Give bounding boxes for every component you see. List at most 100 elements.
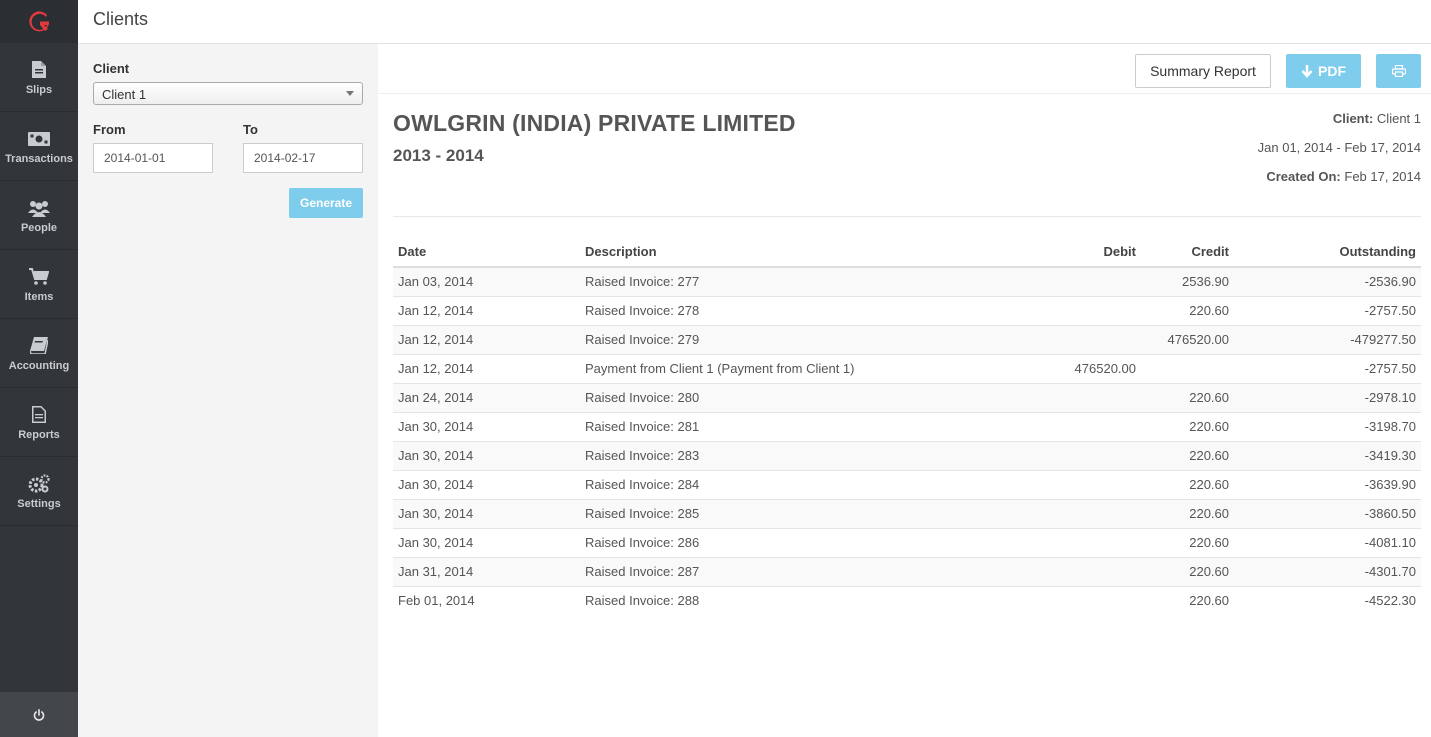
sidebar-item-label: Accounting (8, 359, 70, 372)
cell-outstanding: -4081.10 (1234, 527, 1421, 557)
report-icon (28, 404, 50, 426)
sidebar-item-transactions[interactable]: Transactions (0, 112, 78, 181)
cell-credit: 220.60 (1141, 498, 1234, 528)
cell-credit: 220.60 (1141, 382, 1234, 412)
sidebar-item-settings[interactable]: Settings (0, 457, 78, 526)
cell-credit (1141, 353, 1234, 383)
to-date-input[interactable] (243, 143, 363, 173)
cell-description: Raised Invoice: 286 (580, 527, 1025, 557)
cell-description: Payment from Client 1 (Payment from Clie… (580, 353, 1025, 383)
column-header-date: Date (393, 236, 580, 268)
client-select[interactable]: Client 1 (93, 82, 363, 105)
cell-description: Raised Invoice: 277 (580, 266, 1025, 296)
file-icon (28, 59, 50, 81)
sidebar-item-label: Reports (18, 428, 60, 441)
cell-outstanding: -2757.50 (1234, 295, 1421, 325)
cell-debit (1025, 527, 1141, 557)
table-row: Jan 30, 2014 Raised Invoice: 286 220.60 -40… (393, 527, 1421, 557)
cell-credit: 220.60 (1141, 440, 1234, 470)
cell-description: Raised Invoice: 284 (580, 469, 1025, 499)
cell-outstanding: -479277.50 (1234, 324, 1421, 354)
table-row: Jan 31, 2014 Raised Invoice: 287 220.60 -43… (393, 556, 1421, 586)
cell-description: Raised Invoice: 280 (580, 382, 1025, 412)
report-toolbar: Summary Report PDF (378, 44, 1431, 94)
cell-date: Jan 30, 2014 (393, 440, 580, 470)
cell-description: Raised Invoice: 288 (580, 585, 1025, 615)
cell-credit: 220.60 (1141, 585, 1234, 615)
report-client-value: Client 1 (1376, 111, 1421, 126)
cell-date: Jan 12, 2014 (393, 324, 580, 354)
book-icon (28, 335, 50, 357)
print-button[interactable] (1376, 54, 1421, 88)
cell-credit: 220.60 (1141, 469, 1234, 499)
cell-date: Jan 30, 2014 (393, 527, 580, 557)
gears-icon (28, 473, 50, 495)
logo-icon (29, 10, 49, 31)
cell-credit: 2536.90 (1141, 266, 1234, 296)
to-label: To (243, 122, 258, 137)
filter-panel: Client Client 1 From To Generate (78, 44, 378, 737)
sidebar-item-accounting[interactable]: Accounting (0, 319, 78, 388)
table-row: Jan 03, 2014 Raised Invoice: 277 2536.90 -2… (393, 266, 1421, 296)
app-logo[interactable] (0, 0, 78, 43)
cart-icon (28, 266, 50, 288)
cell-date: Jan 30, 2014 (393, 469, 580, 499)
table-row: Feb 01, 2014 Raised Invoice: 288 220.60 -45… (393, 585, 1421, 615)
cell-date: Jan 24, 2014 (393, 382, 580, 412)
logout-button[interactable] (0, 692, 78, 737)
cell-credit: 220.60 (1141, 295, 1234, 325)
sidebar-item-label: Settings (17, 497, 61, 510)
cell-credit: 476520.00 (1141, 324, 1234, 354)
cell-debit (1025, 411, 1141, 441)
sidebar-item-items[interactable]: Items (0, 250, 78, 319)
client-label: Client (93, 61, 130, 76)
pdf-label: PDF (1318, 63, 1346, 79)
cell-debit (1025, 498, 1141, 528)
cell-outstanding: -4301.70 (1234, 556, 1421, 586)
sidebar-item-reports[interactable]: Reports (0, 388, 78, 457)
pdf-download-button[interactable]: PDF (1286, 54, 1361, 88)
cell-outstanding: -2536.90 (1234, 266, 1421, 296)
table-row: Jan 12, 2014 Payment from Client 1 (Payme… (393, 353, 1421, 383)
money-icon (28, 128, 50, 150)
cell-date: Jan 30, 2014 (393, 498, 580, 528)
cell-outstanding: -3198.70 (1234, 411, 1421, 441)
report-client-label: Client: (1332, 111, 1374, 126)
from-date-input[interactable] (93, 143, 213, 173)
report-date-range: Jan 01, 2014 - Feb 17, 2014 (1257, 140, 1421, 155)
cell-date: Jan 12, 2014 (393, 353, 580, 383)
cell-description: Raised Invoice: 285 (580, 498, 1025, 528)
table-row: Jan 30, 2014 Raised Invoice: 283 220.60 -34… (393, 440, 1421, 470)
column-header-debit: Debit (1025, 236, 1141, 268)
table-row: Jan 12, 2014 Raised Invoice: 279 476520.00… (393, 324, 1421, 354)
table-row: Jan 12, 2014 Raised Invoice: 278 220.60 -27… (393, 295, 1421, 325)
cell-debit (1025, 266, 1141, 296)
from-label: From (93, 122, 126, 137)
table-row: Jan 30, 2014 Raised Invoice: 281 220.60 -31… (393, 411, 1421, 441)
print-icon (1391, 65, 1406, 77)
generate-button[interactable]: Generate (289, 188, 363, 218)
sidebar-item-slips[interactable]: Slips (0, 43, 78, 112)
cell-credit: 220.60 (1141, 527, 1234, 557)
column-header-description: Description (580, 236, 1025, 268)
cell-debit (1025, 440, 1141, 470)
summary-report-button[interactable]: Summary Report (1135, 54, 1271, 88)
cell-date: Jan 03, 2014 (393, 266, 580, 296)
table-row: Jan 24, 2014 Raised Invoice: 280 220.60 -29… (393, 382, 1421, 412)
cell-debit (1025, 585, 1141, 615)
company-name: OWLGRIN (INDIA) PRIVATE LIMITED (393, 110, 796, 136)
sidebar-item-people[interactable]: People (0, 181, 78, 250)
sidebar: Slips Transactions People Items Accounti… (0, 0, 78, 737)
cell-date: Jan 31, 2014 (393, 556, 580, 586)
cell-debit (1025, 295, 1141, 325)
client-select-value: Client 1 (102, 87, 147, 102)
report-created: Created On: Feb 17, 2014 (1266, 169, 1421, 184)
sidebar-item-label: Slips (25, 83, 53, 96)
cell-description: Raised Invoice: 283 (580, 440, 1025, 470)
cell-date: Jan 12, 2014 (393, 295, 580, 325)
arrow-down-icon (1301, 64, 1313, 78)
cell-outstanding: -2978.10 (1234, 382, 1421, 412)
cell-outstanding: -3639.90 (1234, 469, 1421, 499)
page-title: Clients (93, 9, 149, 29)
cell-outstanding: -3419.30 (1234, 440, 1421, 470)
